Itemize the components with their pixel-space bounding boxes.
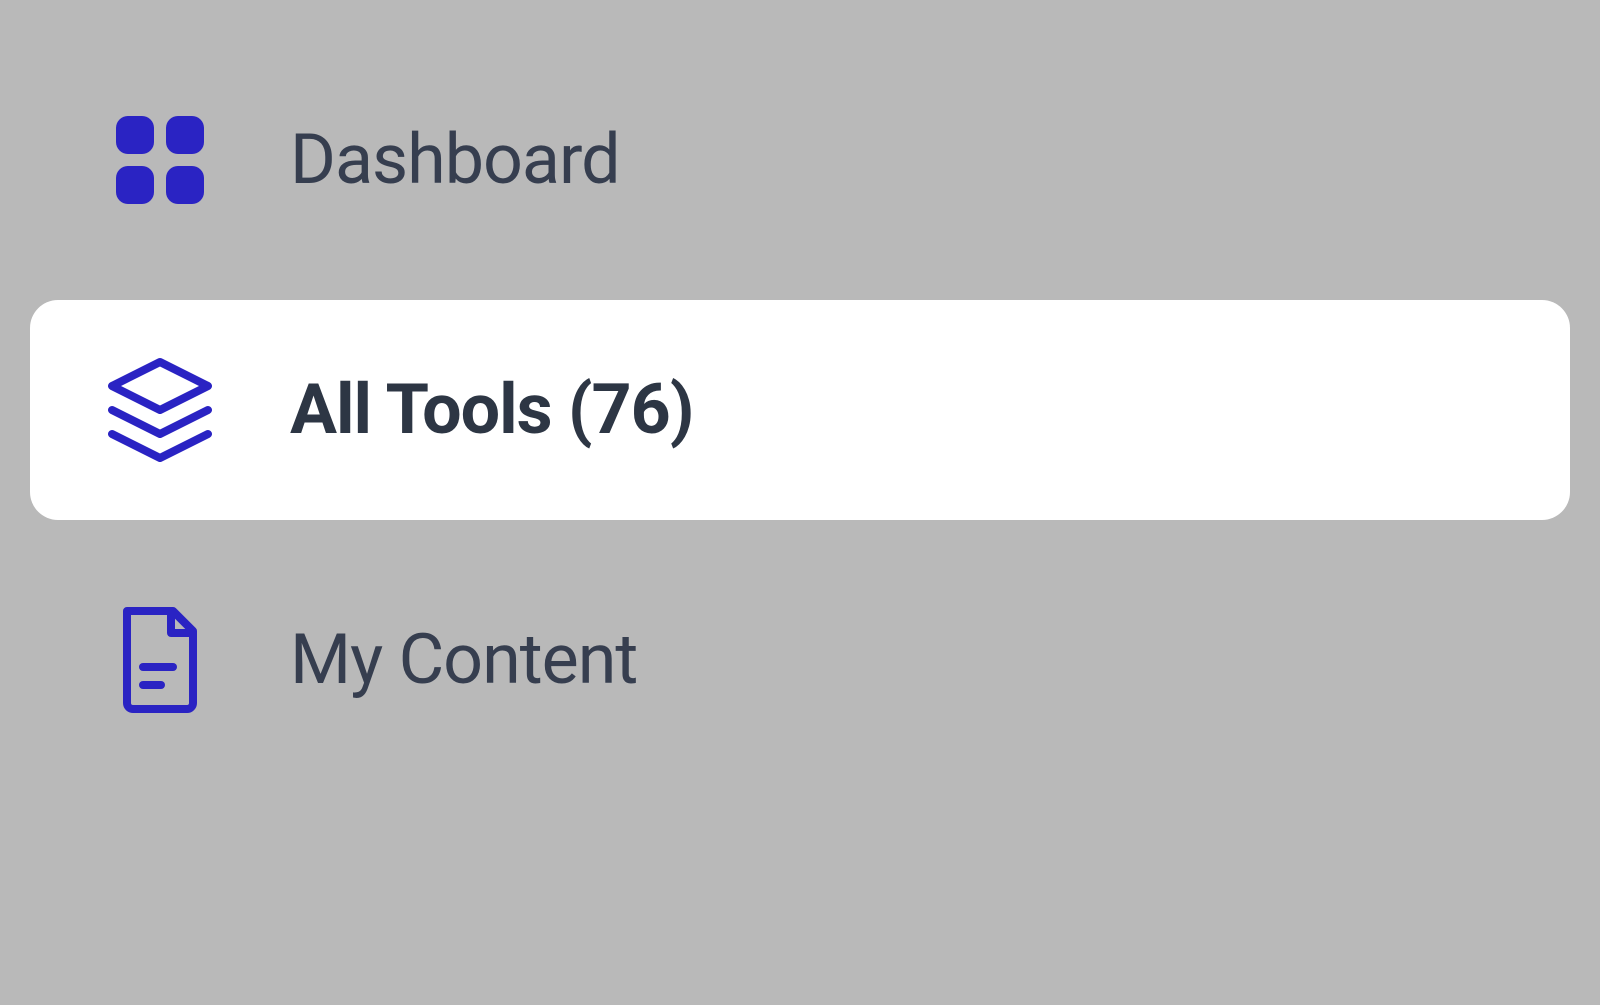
sidebar-item-label: All Tools (76) bbox=[290, 369, 693, 451]
sidebar-item-dashboard[interactable]: Dashboard bbox=[30, 50, 1570, 270]
sidebar-item-all-tools[interactable]: All Tools (76) bbox=[30, 300, 1570, 520]
document-icon bbox=[100, 600, 220, 720]
layers-icon bbox=[100, 350, 220, 470]
sidebar-item-label: My Content bbox=[290, 619, 637, 701]
sidebar-nav: Dashboard All Tools (76) My Content bbox=[30, 50, 1570, 770]
grid-icon bbox=[100, 100, 220, 220]
sidebar-item-my-content[interactable]: My Content bbox=[30, 550, 1570, 770]
sidebar-item-label: Dashboard bbox=[290, 119, 620, 201]
